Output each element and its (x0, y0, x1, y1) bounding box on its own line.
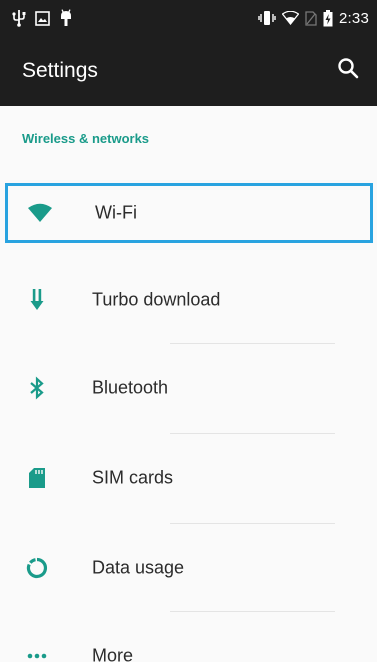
settings-item-label: Turbo download (92, 289, 221, 310)
list-divider (170, 611, 335, 612)
usb-icon (12, 9, 26, 27)
image-notification-icon (35, 10, 50, 26)
settings-item-label: Wi-Fi (95, 202, 137, 223)
vibrate-icon (258, 10, 276, 26)
status-time: 2:33 (339, 9, 369, 27)
no-sim-icon (305, 10, 317, 26)
sim-card-icon (22, 463, 52, 493)
search-button[interactable] (331, 53, 365, 87)
list-divider (170, 433, 335, 434)
status-bar-notifications (12, 9, 73, 27)
app-toolbar: Settings (0, 36, 377, 106)
settings-item-label: Data usage (92, 557, 185, 578)
status-bar-system: 2:33 (258, 9, 369, 27)
download-arrow-icon (22, 285, 52, 315)
page-title: Settings (22, 59, 98, 82)
section-header-wireless: Wireless & networks (22, 131, 150, 146)
bluetooth-icon (22, 373, 52, 403)
settings-item-label: Bluetooth (92, 377, 169, 398)
data-usage-icon (22, 553, 52, 583)
wifi-icon (25, 198, 55, 228)
more-dots-icon (22, 641, 52, 662)
battery-charging-icon (323, 9, 333, 27)
settings-screen: 2:33 Settings Wireless & networks Wi-Fi (0, 0, 377, 662)
settings-item-more[interactable]: More (0, 626, 377, 662)
settings-item-label: SIM cards (92, 467, 174, 488)
wifi-signal-icon (282, 11, 299, 25)
search-icon (337, 57, 359, 84)
status-bar: 2:33 (0, 0, 377, 36)
android-debug-icon (59, 9, 73, 27)
settings-item-turbo-download[interactable]: Turbo download (0, 270, 377, 330)
settings-item-wifi[interactable]: Wi-Fi (5, 183, 373, 243)
settings-item-data-usage[interactable]: Data usage (0, 538, 377, 598)
settings-item-bluetooth[interactable]: Bluetooth (0, 358, 377, 418)
settings-item-label: More (92, 645, 134, 662)
list-divider (170, 523, 335, 524)
list-divider (170, 343, 335, 344)
settings-item-sim-cards[interactable]: SIM cards (0, 448, 377, 508)
